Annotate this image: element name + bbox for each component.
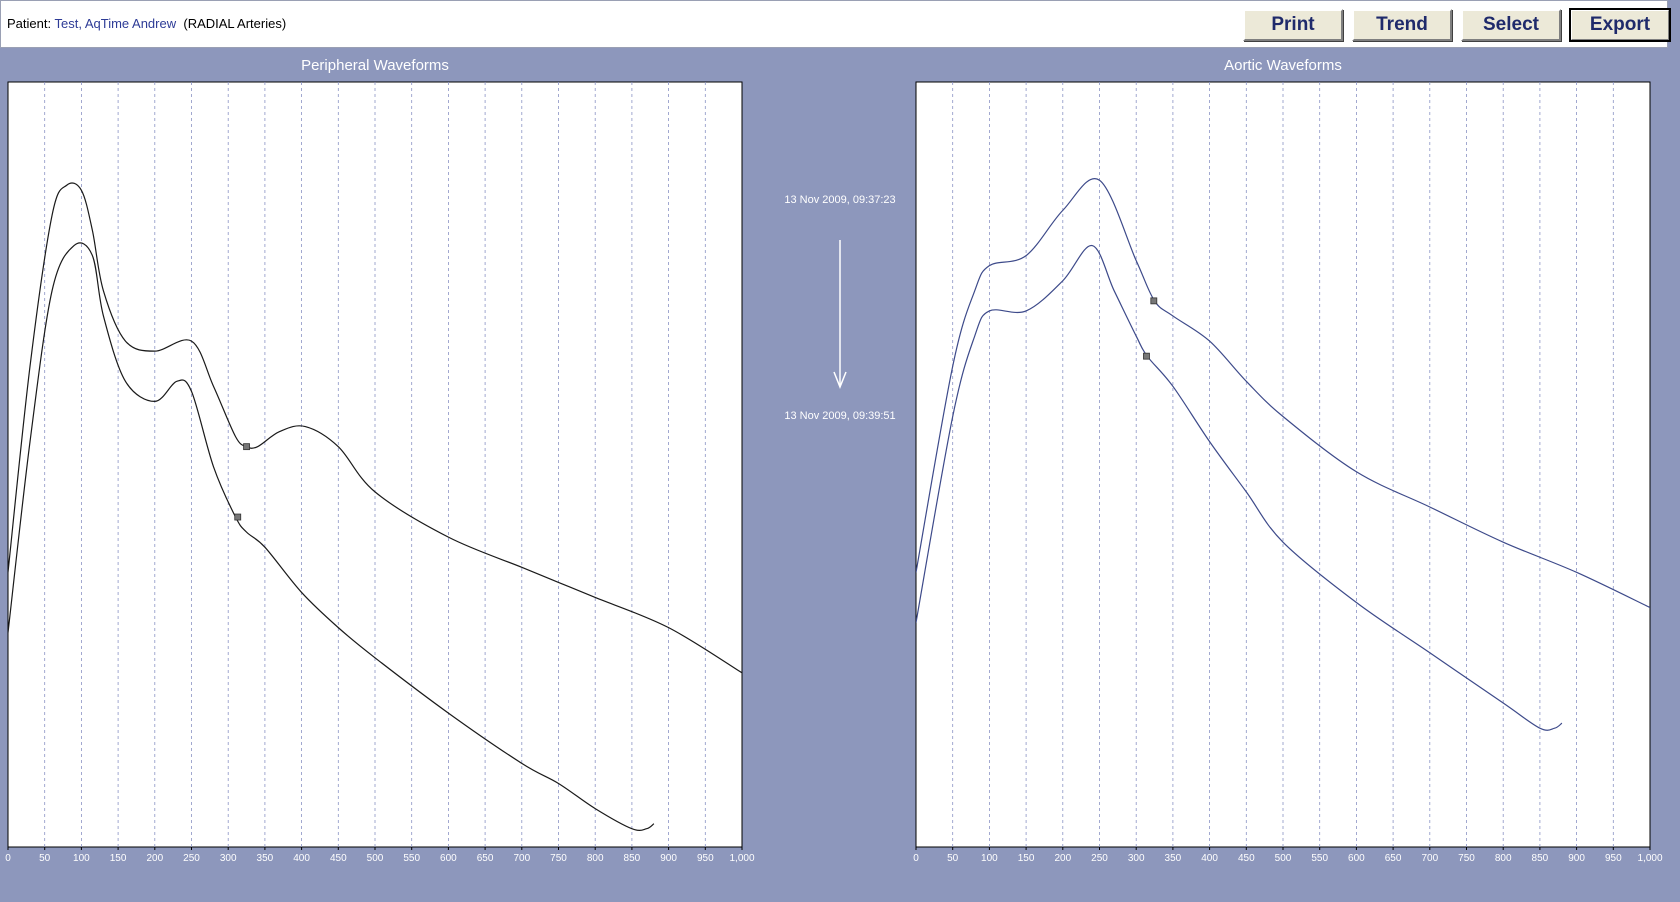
trend-button[interactable]: Trend <box>1352 9 1452 41</box>
x-tick-label: 600 <box>1348 853 1365 864</box>
x-tick-label: 900 <box>660 853 677 864</box>
x-tick-label: 350 <box>257 853 274 864</box>
export-button[interactable]: Export <box>1569 8 1671 42</box>
x-tick-label: 900 <box>1568 853 1585 864</box>
x-tick-label: 950 <box>697 853 714 864</box>
patient-name: Test, AqTime Andrew <box>54 16 177 31</box>
x-tick-label: 500 <box>367 853 384 864</box>
patient-info: Patient: Test, AqTime Andrew (RADIAL Art… <box>7 16 286 31</box>
artery-type: (RADIAL Arteries) <box>183 16 287 31</box>
x-tick-label: 650 <box>1385 853 1402 864</box>
x-tick-label: 850 <box>624 853 641 864</box>
x-tick-label: 800 <box>1495 853 1512 864</box>
print-button[interactable]: Print <box>1243 9 1343 41</box>
aortic-waveform-chart: 0 50 100 150 200 250 300 350 400 450 500 550 600 650 7… <box>913 81 1663 864</box>
x-tick-label: 0 <box>913 853 919 864</box>
x-tick-label: 300 <box>220 853 237 864</box>
x-tick-label: 350 <box>1165 853 1182 864</box>
notch-marker-1 <box>1150 297 1158 305</box>
notch-marker-1 <box>243 443 250 451</box>
x-tick-label: 450 <box>330 853 347 864</box>
peripheral-waveform-chart: 0 50 100 150 200 250 300 350 400 450 500 550 600 650 7… <box>5 81 755 864</box>
peripheral-chart-title: Peripheral Waveforms <box>301 57 449 74</box>
x-tick-label: 150 <box>110 853 127 864</box>
app-window: Patient: Test, AqTime Andrew (RADIAL Art… <box>0 0 1680 902</box>
x-tick-label: 500 <box>1275 853 1292 864</box>
select-button[interactable]: Select <box>1461 9 1561 41</box>
down-arrow-icon <box>833 240 847 390</box>
x-tick-label: 150 <box>1018 853 1035 864</box>
x-tick-label: 200 <box>1054 853 1071 864</box>
x-tick-label: 100 <box>981 853 998 864</box>
patient-label: Patient: <box>7 16 52 31</box>
x-tick-label: 250 <box>183 853 200 864</box>
x-tick-label: 700 <box>1421 853 1438 864</box>
start-timestamp: 13 Nov 2009, 09:37:23 <box>784 194 896 206</box>
x-tick-label: 250 <box>1091 853 1108 864</box>
x-tick-label: 100 <box>73 853 90 864</box>
x-tick-label: 200 <box>146 853 163 864</box>
x-tick-label: 700 <box>513 853 530 864</box>
notch-marker-2 <box>1143 352 1150 360</box>
x-tick-label: 50 <box>39 853 51 864</box>
x-tick-label: 400 <box>293 853 310 864</box>
x-tick-label: 300 <box>1128 853 1145 864</box>
x-tick-label: 50 <box>947 853 959 864</box>
x-tick-label: 800 <box>587 853 604 864</box>
x-tick-label: 0 <box>5 853 11 864</box>
x-tick-label: 400 <box>1201 853 1218 864</box>
patient-header: Patient: Test, AqTime Andrew (RADIAL Art… <box>0 0 1671 48</box>
notch-marker-2 <box>234 513 242 521</box>
x-tick-label: 650 <box>477 853 494 864</box>
x-tick-label: 750 <box>550 853 567 864</box>
x-tick-label: 850 <box>1532 853 1549 864</box>
x-tick-label: 950 <box>1605 853 1622 864</box>
x-tick-label: 1,000 <box>1637 853 1662 864</box>
x-tick-label: 600 <box>440 853 457 864</box>
x-tick-label: 550 <box>403 853 420 864</box>
x-tick-label: 750 <box>1458 853 1475 864</box>
x-tick-label: 550 <box>1311 853 1328 864</box>
aortic-chart-title: Aortic Waveforms <box>1224 57 1342 74</box>
x-tick-label: 1,000 <box>729 853 754 864</box>
x-tick-label: 450 <box>1238 853 1255 864</box>
end-timestamp: 13 Nov 2009, 09:39:51 <box>784 410 896 422</box>
